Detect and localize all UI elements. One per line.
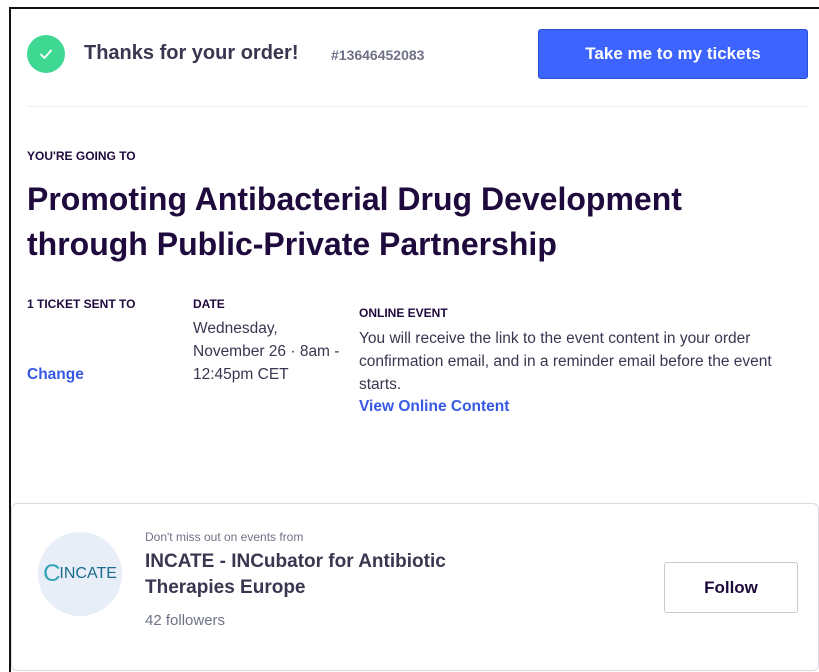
thanks-heading: Thanks for your order! (84, 42, 299, 64)
event-title: Promoting Antibacterial Drug Development… (27, 181, 682, 262)
view-online-content-link[interactable]: View Online Content (359, 398, 509, 416)
organizer-card: C INCATE Don't miss out on events from IN… (11, 503, 819, 671)
ticket-sent-label: 1 TICKET SENT TO (27, 297, 136, 311)
date-label: DATE (193, 297, 225, 311)
dont-miss-label: Don't miss out on events from (145, 530, 304, 544)
confirmation-header: Thanks for your order! #13646452083 Take… (11, 9, 819, 107)
change-recipient-link[interactable]: Change (27, 366, 84, 384)
order-number: #13646452083 (331, 47, 425, 63)
logo-text: INCATE (59, 565, 117, 582)
check-icon (40, 49, 52, 59)
follower-count: 42 followers (145, 612, 226, 629)
order-confirmation-panel: Thanks for your order! #13646452083 Take… (9, 7, 819, 672)
success-check-badge (27, 35, 65, 73)
online-event-description: You will receive the link to the event c… (359, 330, 772, 393)
going-to-label: YOU'RE GOING TO (27, 149, 136, 163)
online-event-label: ONLINE EVENT (359, 306, 448, 320)
organizer-name[interactable]: INCATE - INCubator for Antibiotic Therap… (145, 549, 485, 601)
header-divider (27, 106, 808, 107)
take-me-to-my-tickets-button[interactable]: Take me to my tickets (538, 29, 808, 79)
organizer-logo: C INCATE (38, 532, 122, 616)
logo-letter: C (43, 560, 61, 587)
follow-button[interactable]: Follow (664, 562, 798, 613)
event-date: Wednesday, November 26 · 8am - 12:45pm C… (193, 320, 340, 383)
